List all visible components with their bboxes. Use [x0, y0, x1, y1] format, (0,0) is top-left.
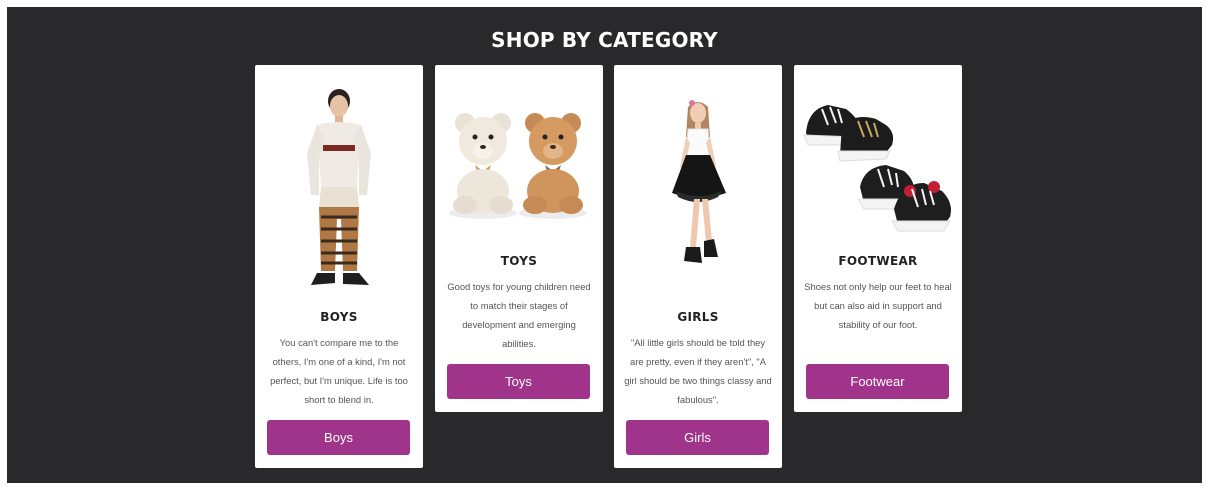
category-description: Shoes not only help our feet to heal but… [804, 281, 952, 330]
teddy-bears-image [449, 113, 587, 219]
girl-image [672, 100, 726, 263]
category-name: FOOTWEAR [838, 254, 918, 268]
category-name: TOYS [500, 254, 538, 268]
section-title: SHOP BY CATEGORY [491, 28, 718, 52]
category-description: Good toys for young children need to mat… [447, 281, 591, 349]
footwear-button[interactable]: Footwear [806, 364, 949, 399]
category-name: BOYS [320, 310, 358, 324]
category-name: GIRLS [677, 310, 719, 324]
toys-button[interactable]: Toys [447, 364, 590, 399]
category-description: "All little girls should be told they ar… [624, 337, 772, 405]
boy-image [307, 89, 371, 285]
boys-button[interactable]: Boys [267, 420, 410, 455]
category-section: SHOP BY CATEGORY BOYS You can't compare … [7, 7, 1202, 483]
baby-shoes-image [803, 105, 951, 232]
category-card-girls: GIRLS "All little girls should be told t… [614, 65, 782, 468]
category-description: You can't compare me to the others, I'm … [270, 337, 408, 405]
category-card-toys: TOYS Good toys for young children need t… [435, 65, 603, 412]
category-card-boys: BOYS You can't compare me to the others,… [255, 65, 423, 468]
category-card-footwear: FOOTWEAR Shoes not only help our feet to… [794, 65, 962, 412]
girls-button[interactable]: Girls [626, 420, 769, 455]
